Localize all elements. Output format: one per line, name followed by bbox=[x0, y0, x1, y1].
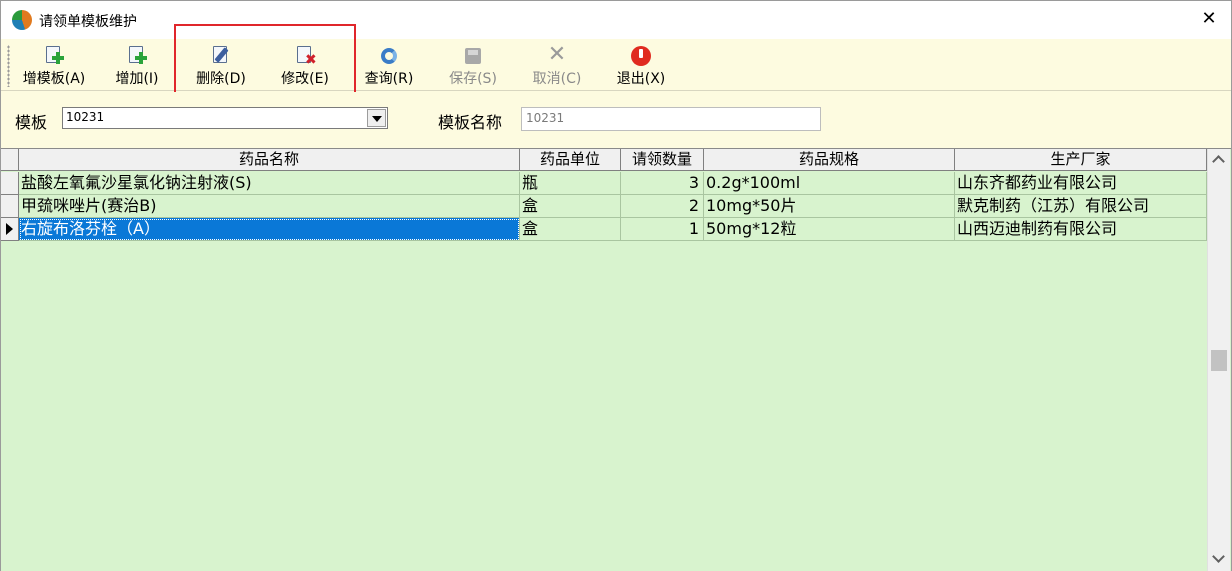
column-header-name[interactable]: 药品名称 bbox=[19, 149, 520, 171]
cell-spec[interactable]: 0.2g*100ml bbox=[704, 172, 955, 195]
app-logo-icon bbox=[12, 10, 32, 30]
window-title: 请领单模板维护 bbox=[39, 14, 137, 30]
medicine-grid: 药品名称 药品单位 请领数量 药品规格 生产厂家 盐酸左氧氟沙星氯化钠注射液(S… bbox=[1, 148, 1231, 571]
close-icon[interactable]: ✕ bbox=[1201, 8, 1217, 30]
template-select-value: 10231 bbox=[66, 110, 105, 124]
exit-button[interactable]: 退出(X) bbox=[611, 45, 671, 89]
cell-manufacturer[interactable]: 山西迈迪制药有限公司 bbox=[955, 218, 1207, 241]
cell-manufacturer[interactable]: 山东齐都药业有限公司 bbox=[955, 172, 1207, 195]
template-name-label: 模板名称 bbox=[438, 113, 503, 132]
scroll-thumb[interactable] bbox=[1211, 350, 1227, 371]
scroll-up-icon[interactable] bbox=[1208, 151, 1230, 171]
current-row-arrow-icon bbox=[6, 223, 13, 235]
save-button[interactable]: 保存(S) bbox=[443, 45, 503, 89]
column-header-unit[interactable]: 药品单位 bbox=[520, 149, 621, 171]
template-name-field[interactable]: 10231 bbox=[521, 107, 821, 131]
cell-quantity[interactable]: 2 bbox=[621, 195, 704, 218]
vertical-scrollbar[interactable] bbox=[1207, 149, 1230, 571]
template-select[interactable]: 10231 bbox=[62, 107, 388, 129]
column-header-manufacturer[interactable]: 生产厂家 bbox=[955, 149, 1207, 171]
highlight-box bbox=[174, 24, 356, 99]
cell-spec[interactable]: 50mg*12粒 bbox=[704, 218, 955, 241]
template-form: 模板 10231 模板名称 10231 bbox=[1, 92, 1231, 147]
add-icon bbox=[126, 45, 148, 67]
refresh-icon bbox=[378, 45, 400, 67]
scroll-down-icon[interactable] bbox=[1208, 549, 1230, 569]
dialog-window: 请领单模板维护 ✕ 增模板(A) 增加(I) 删除(D) ✖ 修改(E) 查询(… bbox=[0, 0, 1232, 571]
save-icon bbox=[462, 45, 484, 67]
cell-name[interactable]: 盐酸左氧氟沙星氯化钠注射液(S) bbox=[19, 172, 520, 195]
query-button[interactable]: 查询(R) bbox=[359, 45, 419, 89]
add-button[interactable]: 增加(I) bbox=[107, 45, 167, 89]
cell-quantity[interactable]: 1 bbox=[621, 218, 704, 241]
template-label: 模板 bbox=[15, 113, 48, 132]
cell-spec[interactable]: 10mg*50片 bbox=[704, 195, 955, 218]
add-template-icon bbox=[43, 45, 65, 67]
cell-unit[interactable]: 瓶 bbox=[520, 172, 621, 195]
cell-unit[interactable]: 盒 bbox=[520, 218, 621, 241]
toolbar-grip[interactable] bbox=[7, 45, 10, 87]
row-selector-current[interactable] bbox=[1, 218, 19, 241]
row-selector[interactable] bbox=[1, 195, 19, 218]
cell-manufacturer[interactable]: 默克制药（江苏）有限公司 bbox=[955, 195, 1207, 218]
row-header-corner bbox=[1, 149, 19, 171]
row-selector[interactable] bbox=[1, 172, 19, 195]
cell-name-selected[interactable]: 右旋布洛芬栓（A） bbox=[19, 218, 520, 241]
cell-quantity[interactable]: 3 bbox=[621, 172, 704, 195]
add-template-button[interactable]: 增模板(A) bbox=[19, 45, 89, 89]
cell-unit[interactable]: 盒 bbox=[520, 195, 621, 218]
column-header-quantity[interactable]: 请领数量 bbox=[621, 149, 704, 171]
cell-name[interactable]: 甲巯咪唑片(赛治B) bbox=[19, 195, 520, 218]
column-header-spec[interactable]: 药品规格 bbox=[704, 149, 955, 171]
cancel-icon: ✕ bbox=[547, 42, 567, 67]
template-name-value: 10231 bbox=[526, 111, 565, 125]
chevron-down-icon[interactable] bbox=[367, 109, 386, 127]
power-icon bbox=[630, 45, 652, 67]
cancel-button[interactable]: ✕ 取消(C) bbox=[527, 42, 587, 89]
